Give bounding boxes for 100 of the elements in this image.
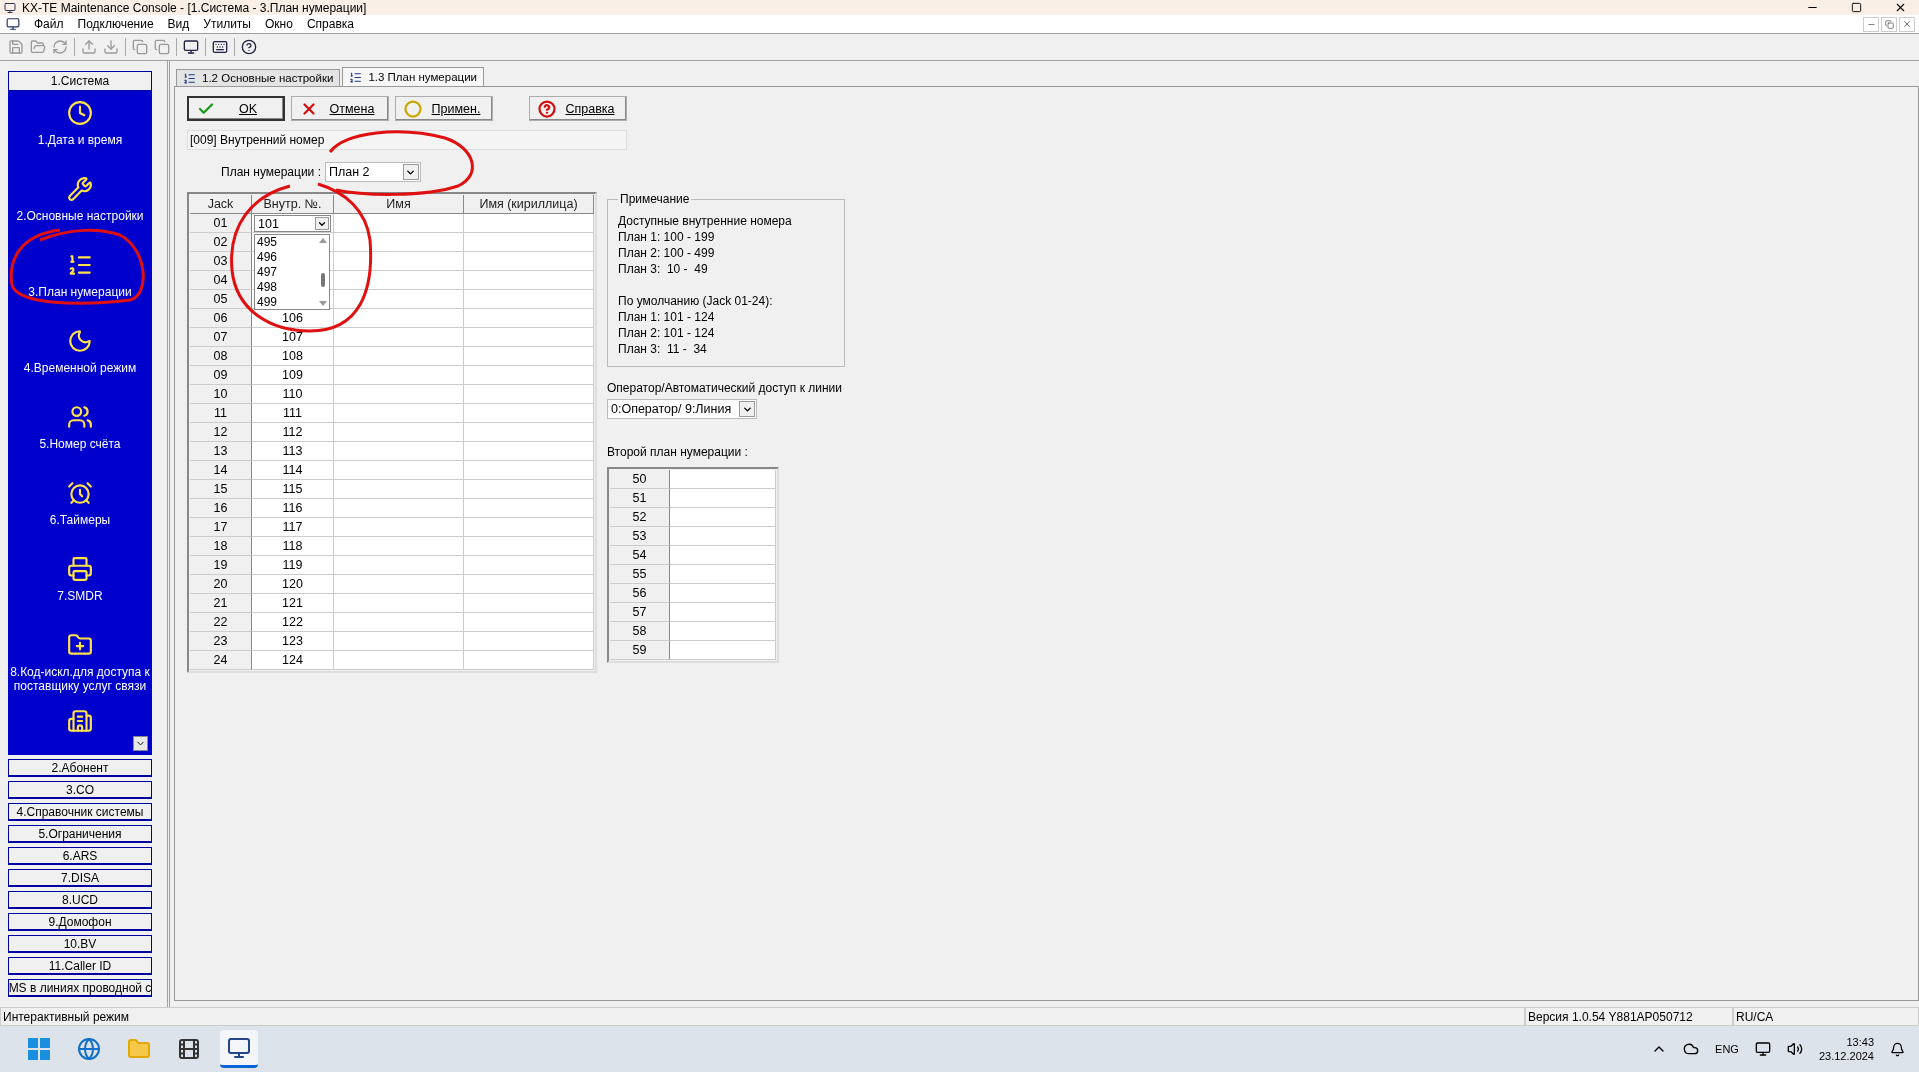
help-icon[interactable] bbox=[241, 39, 257, 55]
sidebar-group[interactable]: 8.UCD bbox=[8, 891, 152, 909]
wrench-icon[interactable] bbox=[67, 176, 93, 202]
sidebar-group[interactable]: 10.BV bbox=[8, 935, 152, 953]
console-app-icon[interactable] bbox=[220, 1030, 258, 1068]
sidebar-header[interactable]: 1.Система bbox=[8, 71, 152, 91]
table-cell: 108 bbox=[282, 349, 303, 363]
description-field: [009] Внутренний номер bbox=[187, 130, 627, 150]
cloud-icon[interactable] bbox=[1683, 1041, 1700, 1057]
sidebar-group[interactable]: 9.Домофон bbox=[8, 913, 152, 931]
numbered-list-icon[interactable] bbox=[67, 252, 93, 278]
column-header: Внутр. №. bbox=[252, 195, 334, 214]
row-header: 52 bbox=[610, 508, 670, 527]
sidebar-group[interactable]: 11.Caller ID bbox=[8, 957, 152, 975]
help-button[interactable]: Справка bbox=[529, 96, 627, 121]
sidebar-group[interactable]: 4.Справочник системы bbox=[8, 803, 152, 821]
menu-item[interactable]: Утилиты bbox=[203, 17, 251, 31]
ok-button[interactable]: OK bbox=[187, 96, 285, 121]
table-cell: 113 bbox=[282, 444, 303, 458]
table-cell: 110 bbox=[282, 387, 303, 401]
clock[interactable]: 13:43 23.12.2024 bbox=[1818, 1035, 1874, 1063]
row-header: 14 bbox=[190, 461, 252, 480]
people-icon[interactable] bbox=[67, 404, 93, 430]
row-header: 06 bbox=[190, 309, 252, 328]
note-text: План 2: 100 - 499 bbox=[618, 246, 716, 260]
row-header: 24 bbox=[190, 651, 252, 670]
table-cell: 120 bbox=[282, 577, 303, 591]
dropdown-option[interactable]: 495 bbox=[257, 235, 317, 250]
building-icon[interactable] bbox=[67, 708, 93, 734]
field-label: План нумерации : bbox=[221, 165, 321, 179]
row-header: 04 bbox=[190, 271, 252, 290]
row-header: 05 bbox=[190, 290, 252, 309]
sidebar-group[interactable]: 5.Ограничения bbox=[8, 825, 152, 843]
column-header: Имя (кириллица) bbox=[464, 195, 594, 214]
tab[interactable]: 1.2 Основные настройки bbox=[176, 69, 341, 86]
row-header: 11 bbox=[190, 404, 252, 423]
dropdown-option[interactable]: 498 bbox=[257, 280, 317, 295]
sidebar-item[interactable]: 8.Код-искл.для доступа к поставщику услуг связи bbox=[8, 665, 152, 693]
clock-icon[interactable] bbox=[67, 100, 93, 126]
keyboard-icon[interactable] bbox=[212, 39, 228, 55]
alarm-clock-icon[interactable] bbox=[67, 480, 93, 506]
menu-item[interactable]: Подключение bbox=[77, 17, 154, 31]
table-cell: 111 bbox=[283, 406, 302, 420]
list-icon bbox=[349, 70, 363, 84]
sidebar-item[interactable]: 6.Таймеры bbox=[49, 513, 111, 527]
table-cell: 106 bbox=[282, 311, 303, 325]
dropdown-option[interactable]: 499 bbox=[257, 295, 317, 310]
sidebar-item[interactable]: 1.Дата и время bbox=[37, 133, 123, 147]
row-header: 12 bbox=[190, 423, 252, 442]
restore-icon[interactable] bbox=[1884, 19, 1894, 29]
operator-select[interactable]: 0:Оператор/ 9:Линия bbox=[607, 399, 757, 419]
note-text: План 3: 11 - 34 bbox=[618, 342, 708, 356]
row-header: 17 bbox=[190, 518, 252, 537]
volume-icon[interactable] bbox=[1786, 1041, 1803, 1057]
row-header: 56 bbox=[610, 584, 670, 603]
table-cell: 118 bbox=[282, 539, 303, 553]
sidebar-item[interactable]: 3.План нумерации bbox=[28, 285, 132, 299]
apply-button[interactable]: Примен. bbox=[395, 96, 493, 121]
language-indicator[interactable]: ENG bbox=[1715, 1043, 1739, 1055]
table-cell: 112 bbox=[282, 425, 303, 439]
printer-icon[interactable] bbox=[67, 556, 93, 582]
plan-select[interactable]: План 2 bbox=[325, 162, 421, 182]
menu-item[interactable]: Вид bbox=[167, 17, 190, 31]
table-cell: 124 bbox=[282, 653, 303, 667]
sidebar-group[interactable]: MS в линиях проводной с bbox=[8, 979, 152, 997]
cancel-button[interactable]: Отмена bbox=[291, 96, 389, 121]
sidebar-item[interactable]: 7.SMDR bbox=[57, 589, 103, 603]
row-header: 13 bbox=[190, 442, 252, 461]
menu-item[interactable]: Файл bbox=[34, 17, 64, 31]
row-header: 53 bbox=[610, 527, 670, 546]
tab[interactable]: 1.3 План нумерации bbox=[342, 67, 484, 86]
extension-dropdown[interactable]: 101 bbox=[254, 215, 331, 232]
row-header: 50 bbox=[610, 470, 670, 489]
row-header: 10 bbox=[190, 385, 252, 404]
notification-icon[interactable] bbox=[1890, 1041, 1905, 1057]
sidebar-item[interactable]: 5.Номер счёта bbox=[39, 437, 121, 451]
maximize-icon[interactable] bbox=[1851, 2, 1862, 13]
row-header: 16 bbox=[190, 499, 252, 518]
menu-item[interactable]: Справка bbox=[306, 17, 354, 31]
network-icon[interactable] bbox=[1754, 1041, 1771, 1057]
table-cell: 117 bbox=[282, 520, 303, 534]
sidebar-group[interactable]: 2.Абонент bbox=[8, 759, 152, 777]
monitor-icon[interactable] bbox=[183, 39, 199, 55]
row-header: 58 bbox=[610, 622, 670, 641]
table-cell: 119 bbox=[282, 558, 303, 572]
row-header: 07 bbox=[190, 328, 252, 347]
sidebar-group[interactable]: 7.DISA bbox=[8, 869, 152, 887]
row-header: 54 bbox=[610, 546, 670, 565]
table-cell: 122 bbox=[282, 615, 303, 629]
sidebar-item[interactable]: 4.Временной режим bbox=[23, 361, 137, 375]
note-text: План 1: 101 - 124 bbox=[618, 310, 716, 324]
sidebar-group[interactable]: 3.CO bbox=[8, 781, 152, 799]
close-icon[interactable] bbox=[1894, 1, 1907, 14]
menu-item[interactable]: Окно bbox=[265, 17, 293, 31]
dropdown-option[interactable]: 497 bbox=[257, 265, 317, 280]
folder-plus-icon[interactable] bbox=[67, 632, 93, 658]
sidebar-group[interactable]: 6.ARS bbox=[8, 847, 152, 865]
dropdown-option[interactable]: 496 bbox=[257, 250, 317, 265]
sidebar-item[interactable]: 2.Основные настройки bbox=[16, 209, 144, 223]
row-header: 01 bbox=[190, 214, 252, 233]
